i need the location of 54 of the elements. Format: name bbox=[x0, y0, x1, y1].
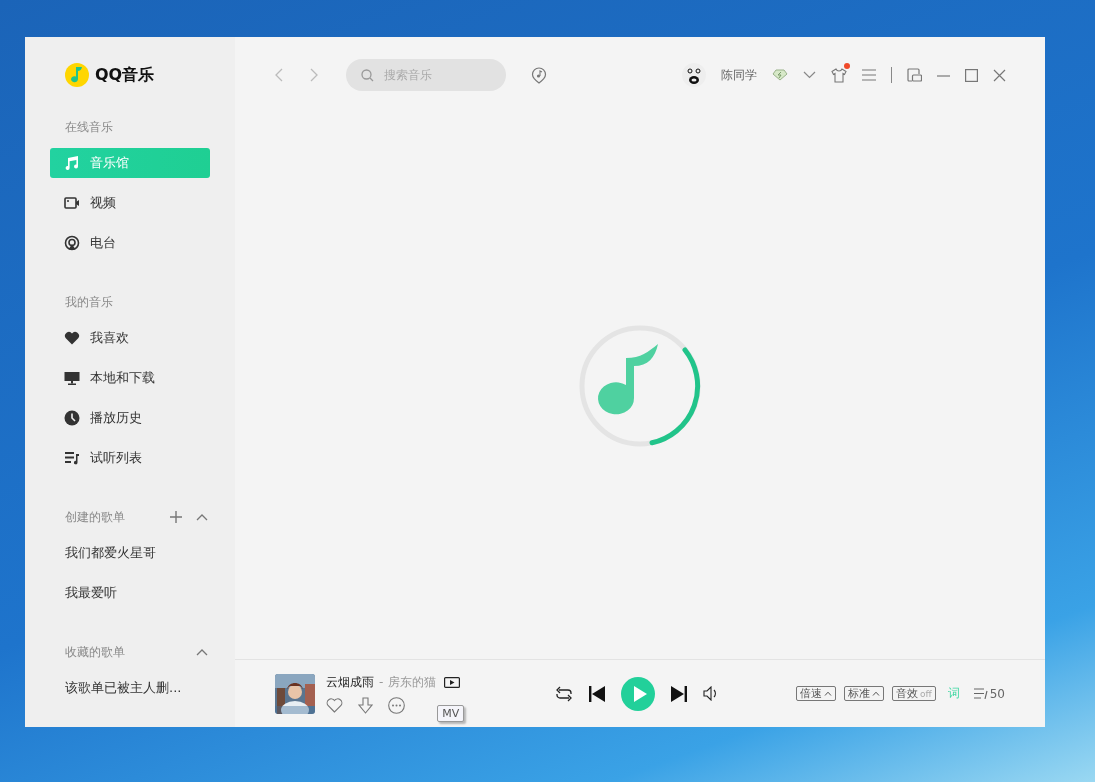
repeat-icon[interactable] bbox=[555, 685, 573, 702]
sidebar-item[interactable]: 我喜欢 bbox=[50, 323, 210, 353]
avatar-icon[interactable] bbox=[682, 63, 706, 87]
radio-icon bbox=[64, 235, 80, 251]
sidebar-item[interactable]: 播放历史 bbox=[50, 403, 210, 433]
collapse-icon[interactable] bbox=[196, 648, 208, 656]
tooltip: MV bbox=[437, 704, 465, 722]
section-title: 我的音乐 bbox=[64, 293, 113, 311]
user-name[interactable]: 陈同学 bbox=[721, 66, 757, 84]
more-icon[interactable] bbox=[388, 696, 405, 714]
monitor-icon bbox=[64, 370, 80, 386]
previous-icon[interactable] bbox=[589, 685, 605, 702]
sidebar-item[interactable]: 视频 bbox=[50, 188, 210, 218]
video-camera-icon bbox=[64, 195, 80, 211]
option-button[interactable]: 倍速 bbox=[796, 686, 836, 701]
collapse-icon[interactable] bbox=[196, 513, 208, 521]
sidebar-item[interactable]: 我最爱听 bbox=[50, 578, 210, 608]
sidebar-item[interactable]: 该歌单已被主人删... bbox=[50, 673, 210, 703]
section-title: 在线音乐 bbox=[64, 118, 113, 136]
play-button[interactable] bbox=[621, 676, 655, 711]
add-icon[interactable] bbox=[169, 510, 183, 524]
mv-icon[interactable] bbox=[444, 676, 461, 688]
song-title: 云烟成雨 bbox=[326, 673, 374, 691]
heart-icon[interactable] bbox=[326, 697, 343, 713]
clock-icon bbox=[64, 410, 80, 426]
download-icon[interactable] bbox=[358, 696, 373, 714]
separator: - bbox=[379, 675, 384, 689]
heart-icon bbox=[64, 330, 80, 346]
diamond-icon[interactable] bbox=[772, 69, 788, 81]
next-icon[interactable] bbox=[671, 685, 687, 702]
caret-up-icon bbox=[824, 691, 832, 696]
music-recognition-icon[interactable] bbox=[531, 66, 547, 84]
option-button[interactable]: 音效 off bbox=[892, 686, 936, 701]
chevron-down-icon[interactable] bbox=[803, 71, 816, 79]
sidebar-item[interactable]: 电台 bbox=[50, 228, 210, 258]
option-button[interactable]: 标准 bbox=[844, 686, 884, 701]
music-note-icon bbox=[64, 155, 80, 171]
volume-icon[interactable] bbox=[703, 686, 719, 701]
section-title: 收藏的歌单 bbox=[64, 643, 125, 661]
section-title: 创建的歌单 bbox=[64, 508, 125, 526]
app-name: QQ音乐 bbox=[95, 64, 155, 86]
caret-up-icon bbox=[872, 691, 880, 696]
sidebar-item[interactable]: 本地和下载 bbox=[50, 363, 210, 393]
playlist-icon[interactable] bbox=[973, 688, 988, 699]
mini-mode-icon[interactable] bbox=[907, 68, 922, 82]
sidebar-item[interactable]: 我们都爱火星哥 bbox=[50, 538, 210, 568]
logo-icon bbox=[65, 63, 89, 87]
sidebar-item[interactable]: 试听列表 bbox=[50, 443, 210, 473]
playlist-count: 50 bbox=[989, 686, 1005, 701]
close-icon[interactable] bbox=[993, 68, 1006, 82]
play-icon bbox=[632, 685, 647, 702]
shirt-icon[interactable] bbox=[831, 67, 847, 83]
playlist-icon bbox=[64, 450, 80, 466]
maximize-icon[interactable] bbox=[965, 68, 978, 82]
